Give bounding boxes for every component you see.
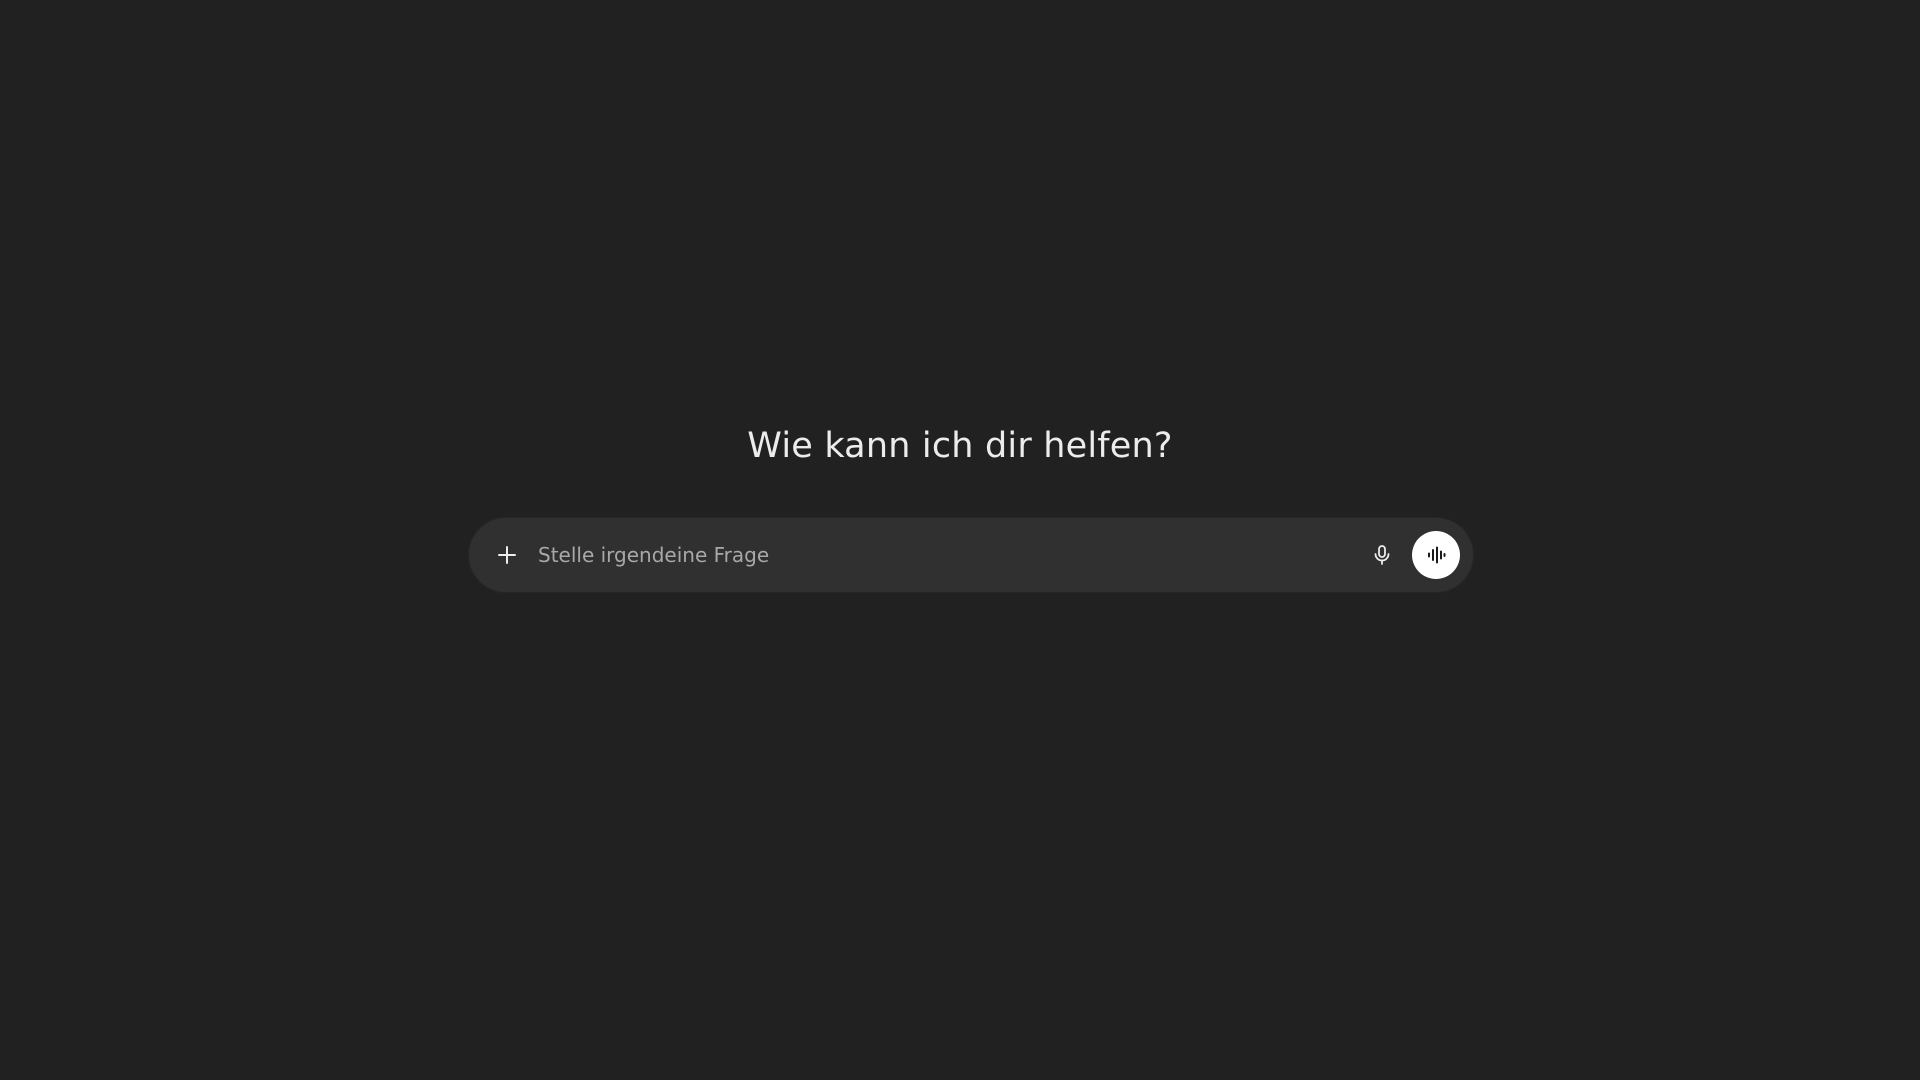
add-attachment-button[interactable] [489,537,525,573]
page-title: Wie kann ich dir helfen? [747,426,1173,466]
microphone-icon [1374,545,1390,565]
dictate-button[interactable] [1364,537,1400,573]
chat-home: Wie kann ich dir helfen? [0,0,1920,1080]
voice-mode-button[interactable] [1412,531,1460,579]
prompt-composer [469,518,1473,592]
voice-waveform-icon [1428,546,1446,564]
plus-icon [498,546,516,564]
prompt-input[interactable] [538,536,1318,574]
